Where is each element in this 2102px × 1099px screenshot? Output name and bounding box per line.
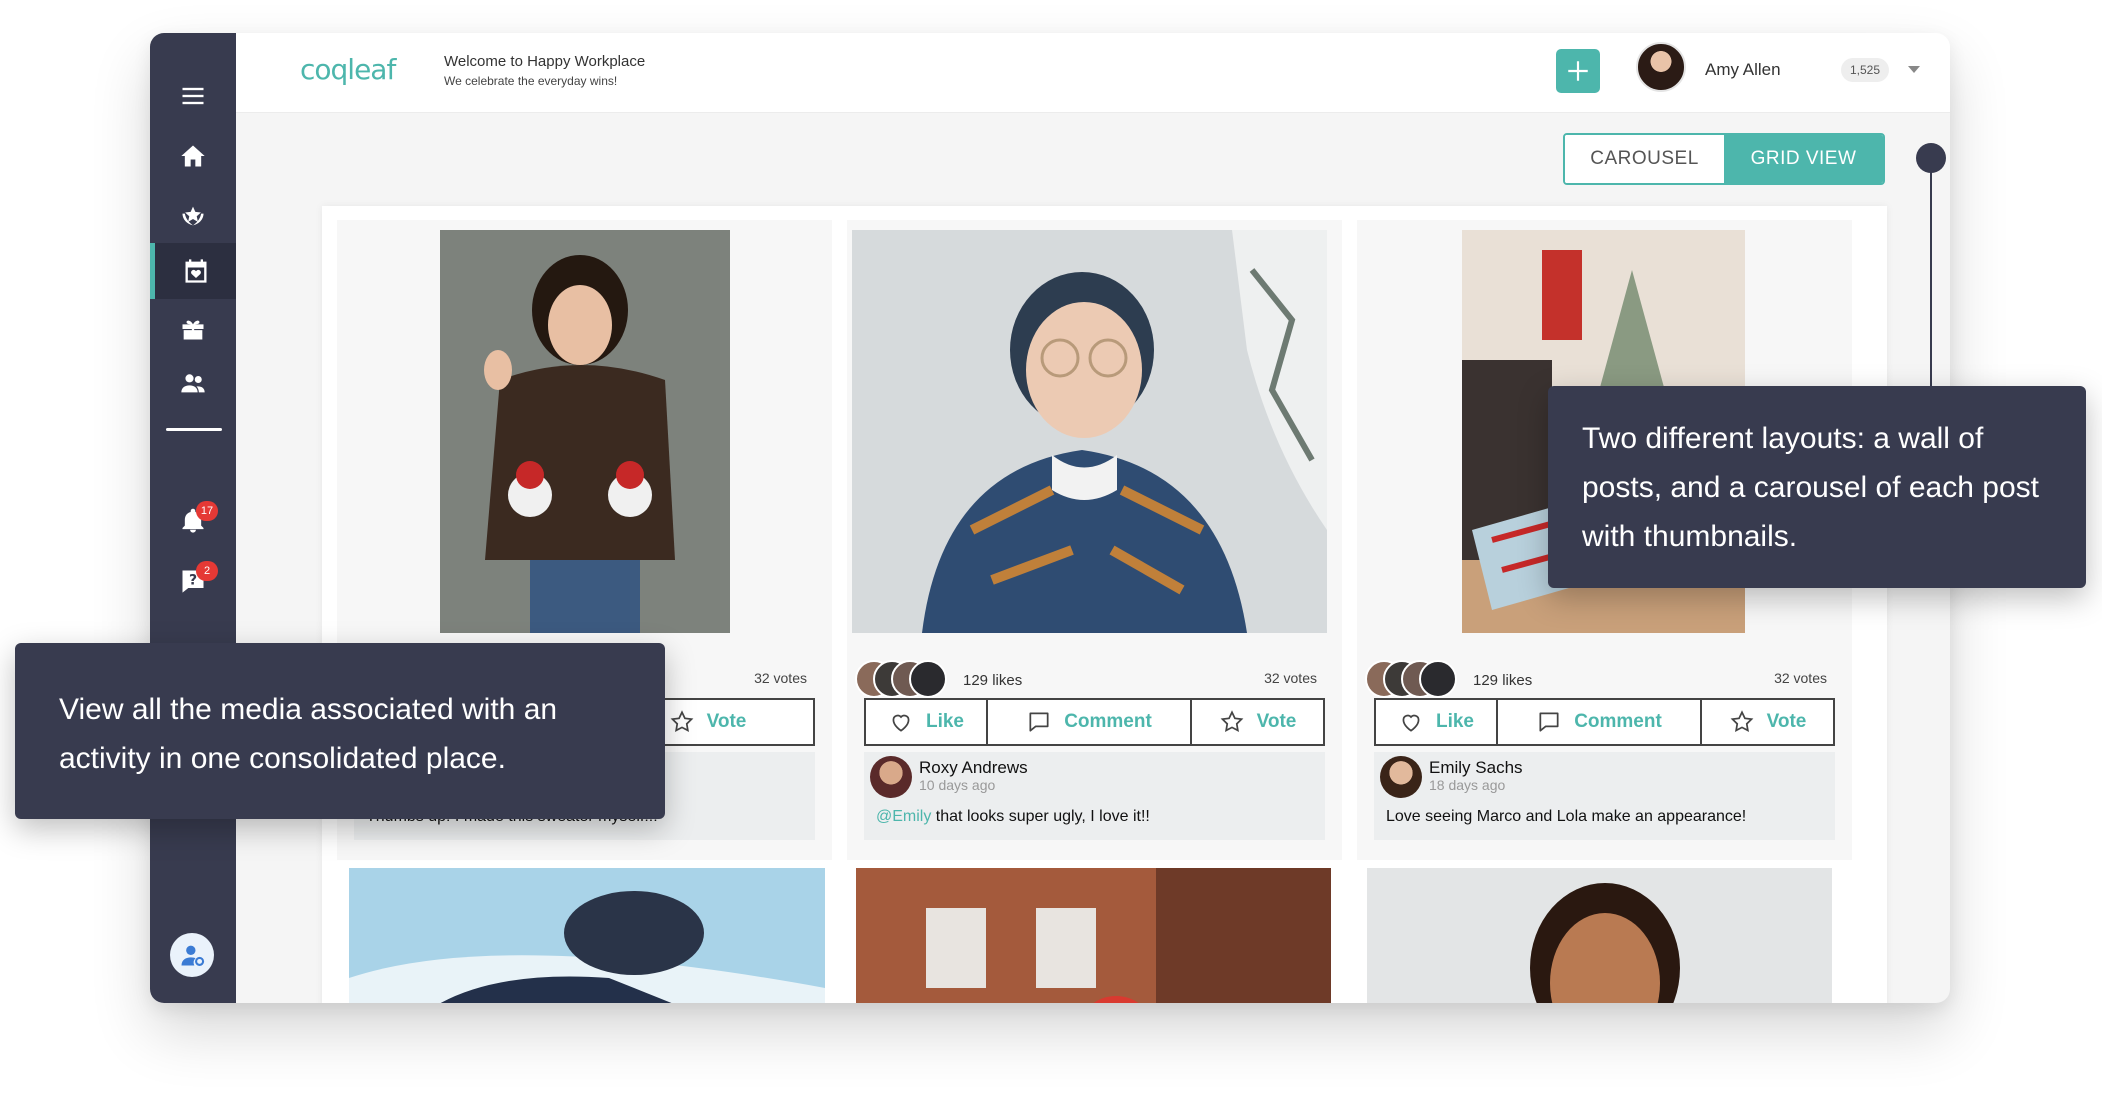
avatar[interactable]	[1380, 756, 1422, 798]
calendar-heart-icon[interactable]	[150, 243, 236, 299]
help-icon[interactable]: ? 2	[150, 553, 236, 609]
bell-icon[interactable]: 17	[150, 493, 236, 549]
comment-preview: Emily Sachs 18 days ago Love seeing Marc…	[1374, 752, 1835, 840]
likers-avatars[interactable]	[855, 660, 955, 700]
comment-label: Comment	[1574, 711, 1662, 732]
comment-icon	[1539, 712, 1559, 732]
vote-label: Vote	[1256, 711, 1297, 732]
votes-count: 32 votes	[1264, 670, 1317, 686]
comment-button[interactable]: Comment	[988, 700, 1192, 744]
comment-preview: Roxy Andrews 10 days ago @Emily that loo…	[864, 752, 1325, 840]
heart-icon	[892, 714, 910, 732]
comment-body: that looks super ugly, I love it!!	[931, 808, 1150, 825]
vote-label: Vote	[706, 711, 747, 732]
votes-count: 32 votes	[754, 670, 807, 686]
like-label: Like	[1435, 711, 1475, 732]
likes-count[interactable]: 129 likes	[1473, 672, 1532, 689]
points-badge: 1,525	[1841, 58, 1890, 82]
callout-connector-line	[1930, 160, 1932, 390]
help-badge: 2	[196, 561, 218, 581]
view-toggle: CAROUSEL GRID VIEW	[1563, 133, 1885, 185]
avatar[interactable]	[870, 756, 912, 798]
vote-button[interactable]: Vote	[1702, 700, 1833, 744]
post-photo[interactable]	[1367, 868, 1832, 1003]
vote-label: Vote	[1766, 711, 1807, 732]
comment-label: Comment	[1064, 711, 1152, 732]
app-logo[interactable]: coqleaf	[300, 53, 396, 86]
post-actions: Like Comment Vote	[1374, 698, 1835, 746]
commenter-name[interactable]: Roxy Andrews	[919, 758, 1028, 778]
star-icon	[1730, 710, 1754, 733]
post-photo[interactable]	[440, 230, 730, 633]
comment-time: 18 days ago	[1429, 777, 1506, 793]
post-photo[interactable]	[852, 230, 1327, 633]
comment-icon	[1029, 712, 1049, 732]
sidebar-divider	[166, 428, 222, 431]
heart-icon	[1402, 714, 1420, 732]
menu-icon[interactable]	[150, 68, 236, 124]
comment-button[interactable]: Comment	[1498, 700, 1702, 744]
people-icon[interactable]	[150, 355, 236, 411]
top-header: coqleaf Welcome to Happy Workplace We ce…	[236, 33, 1950, 113]
add-post-button[interactable]	[1556, 49, 1600, 93]
like-button[interactable]: Like	[866, 700, 988, 744]
comment-text: Love seeing Marco and Lola make an appea…	[1386, 808, 1747, 825]
commenter-name[interactable]: Emily Sachs	[1429, 758, 1523, 778]
like-button[interactable]: Like	[1376, 700, 1498, 744]
post-actions: Like Comment Vote	[864, 698, 1325, 746]
welcome-subtitle: We celebrate the everyday wins!	[444, 74, 618, 88]
award-icon[interactable]	[150, 188, 236, 244]
star-icon	[1220, 710, 1244, 733]
likes-count[interactable]: 129 likes	[963, 672, 1022, 689]
posts-grid: 32 votes Vote Thumbs up! I made this swe…	[322, 206, 1887, 1003]
avatar	[909, 660, 947, 698]
comment-time: 10 days ago	[919, 777, 996, 793]
carousel-button[interactable]: CAROUSEL	[1565, 135, 1724, 183]
chevron-down-icon[interactable]	[1908, 66, 1920, 73]
welcome-title: Welcome to Happy Workplace	[444, 53, 646, 70]
grid-view-button[interactable]: GRID VIEW	[1724, 135, 1883, 183]
like-label: Like	[925, 711, 965, 732]
mention-link[interactable]: @Emily	[876, 808, 931, 825]
notification-badge: 17	[196, 501, 218, 521]
gift-icon[interactable]	[150, 301, 236, 357]
post-meta: 129 likes 32 votes	[847, 660, 1342, 700]
vote-button[interactable]: Vote	[1192, 700, 1323, 744]
profile-settings-icon[interactable]	[170, 933, 214, 977]
votes-count: 32 votes	[1774, 670, 1827, 686]
feature-callout-layouts: Two different layouts: a wall of posts, …	[1548, 386, 2086, 588]
stage: { "header": { "logo": "coqleaf", "welcom…	[0, 0, 2102, 1099]
post-photo[interactable]	[349, 868, 825, 1003]
plus-icon	[1568, 61, 1588, 81]
post-photo[interactable]	[856, 868, 1331, 1003]
user-name[interactable]: Amy Allen	[1705, 60, 1781, 80]
post-meta: 129 likes 32 votes	[1357, 660, 1852, 700]
home-icon[interactable]	[150, 128, 236, 184]
comment-text: @Emily that looks super ugly, I love it!…	[876, 808, 1150, 826]
likers-avatars[interactable]	[1365, 660, 1465, 700]
user-avatar[interactable]	[1636, 42, 1686, 92]
post-card: 129 likes 32 votes Like Comment Vote	[847, 220, 1342, 860]
feature-callout-media: View all the media associated with an ac…	[15, 643, 665, 819]
star-icon	[670, 710, 694, 733]
avatar	[1419, 660, 1457, 698]
sidebar: 17 ? 2	[150, 33, 236, 1003]
